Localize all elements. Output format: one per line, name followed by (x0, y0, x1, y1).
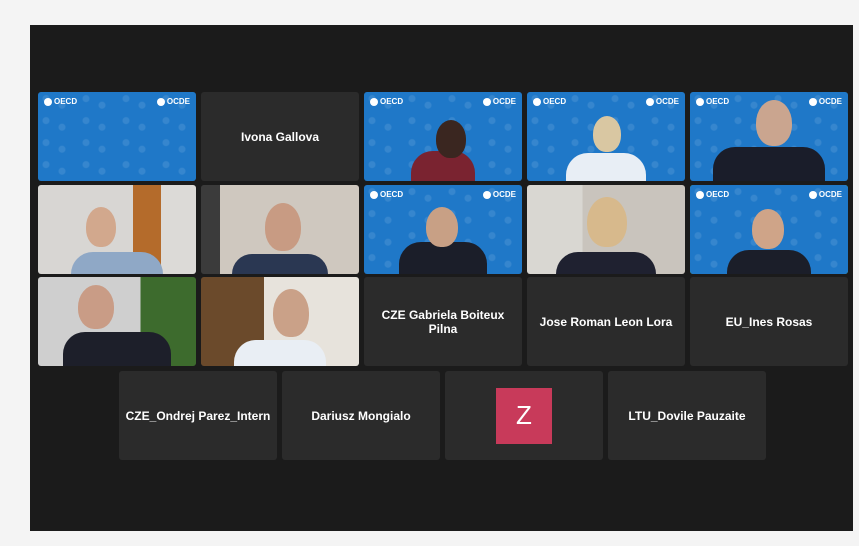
ocde-logo-icon: OCDE (645, 97, 679, 106)
video-tile-oecd-background[interactable]: OECD OCDE (38, 92, 196, 181)
video-tile-ines[interactable]: EU_Ines Rosas (690, 277, 848, 366)
participant-name: LTU_Dovile Pauzaite (628, 408, 746, 423)
ocde-logo-text: OCDE (818, 97, 842, 106)
participant-video (232, 254, 328, 274)
ocde-logo-icon: OCDE (482, 190, 516, 199)
participant-head (273, 289, 309, 337)
oecd-logo-text: OECD (380, 97, 404, 106)
oecd-logo-icon: OECD (696, 190, 729, 199)
oecd-logo-icon: OECD (44, 97, 77, 106)
video-tile-oecd-man[interactable]: OECD OCDE (690, 92, 848, 181)
oecd-logo-icon: OECD (370, 97, 403, 106)
participant-name: CZE_Ondrej Parez_Intern (125, 408, 271, 423)
participant-video (71, 252, 163, 274)
video-tile-office-man[interactable] (38, 185, 196, 274)
video-tile-active-speaker[interactable]: OECD OCDE (690, 185, 848, 274)
ocde-logo-text: OCDE (166, 97, 190, 106)
video-tile-oecd-man-2[interactable]: OECD OCDE (364, 185, 522, 274)
participant-name: CZE Gabriela Boiteux Pilna (381, 307, 505, 336)
video-tile-ivona[interactable]: Ivona Gallova (201, 92, 359, 181)
avatar-initial: Z (516, 400, 532, 430)
ocde-logo-text: OCDE (492, 190, 516, 199)
video-tile-library-man[interactable] (201, 277, 359, 366)
oecd-logo-icon: OECD (696, 97, 729, 106)
participant-name: EU_Ines Rosas (725, 314, 813, 329)
participant-head (756, 100, 792, 146)
ocde-logo-icon: OCDE (808, 190, 842, 199)
video-grid: OECD OCDE Ivona Gallova OECD OCDE OECD O… (30, 25, 853, 531)
participant-name: Ivona Gallova (240, 129, 320, 144)
participant-video (63, 332, 171, 366)
video-tile-blonde-woman[interactable] (527, 185, 685, 274)
video-tile-ondrej[interactable]: CZE_Ondrej Parez_Intern (119, 371, 277, 460)
participant-video (566, 153, 646, 181)
participant-head (587, 197, 627, 247)
participant-video (727, 250, 811, 274)
video-tile-gabriela[interactable]: CZE Gabriela Boiteux Pilna (364, 277, 522, 366)
participant-video (234, 340, 326, 366)
participant-name: Dariusz Mongialo (311, 408, 411, 423)
participant-head (426, 207, 458, 247)
video-tile-z[interactable]: Z (445, 371, 603, 460)
video-tile-red-tie-man[interactable] (38, 277, 196, 366)
oecd-logo-text: OECD (543, 97, 567, 106)
video-tile-dovile[interactable]: LTU_Dovile Pauzaite (608, 371, 766, 460)
oecd-logo-icon: OECD (533, 97, 566, 106)
ocde-logo-icon: OCDE (156, 97, 190, 106)
participant-name: Jose Roman Leon Lora (539, 314, 673, 329)
participant-video (556, 252, 656, 274)
oecd-logo-icon: OECD (370, 190, 403, 199)
ocde-logo-text: OCDE (655, 97, 679, 106)
avatar: Z (496, 387, 552, 444)
participant-head (86, 207, 116, 247)
video-tile-oecd-blonde[interactable]: OECD OCDE (527, 92, 685, 181)
video-tile-oecd-woman[interactable]: OECD OCDE (364, 92, 522, 181)
participant-head (265, 203, 301, 251)
ocde-logo-text: OCDE (492, 97, 516, 106)
ocde-logo-text: OCDE (818, 190, 842, 199)
participant-video (713, 147, 825, 181)
oecd-logo-text: OECD (380, 190, 404, 199)
participant-head (752, 209, 784, 249)
video-tile-jose[interactable]: Jose Roman Leon Lora (527, 277, 685, 366)
participant-head (436, 120, 466, 158)
participant-head (593, 116, 621, 152)
oecd-logo-text: OECD (706, 190, 730, 199)
ocde-logo-icon: OCDE (808, 97, 842, 106)
ocde-logo-icon: OCDE (482, 97, 516, 106)
oecd-logo-text: OECD (706, 97, 730, 106)
oecd-logo-text: OECD (54, 97, 78, 106)
video-tile-glasses-man[interactable] (201, 185, 359, 274)
video-tile-dariusz[interactable]: Dariusz Mongialo (282, 371, 440, 460)
participant-head (78, 285, 114, 329)
